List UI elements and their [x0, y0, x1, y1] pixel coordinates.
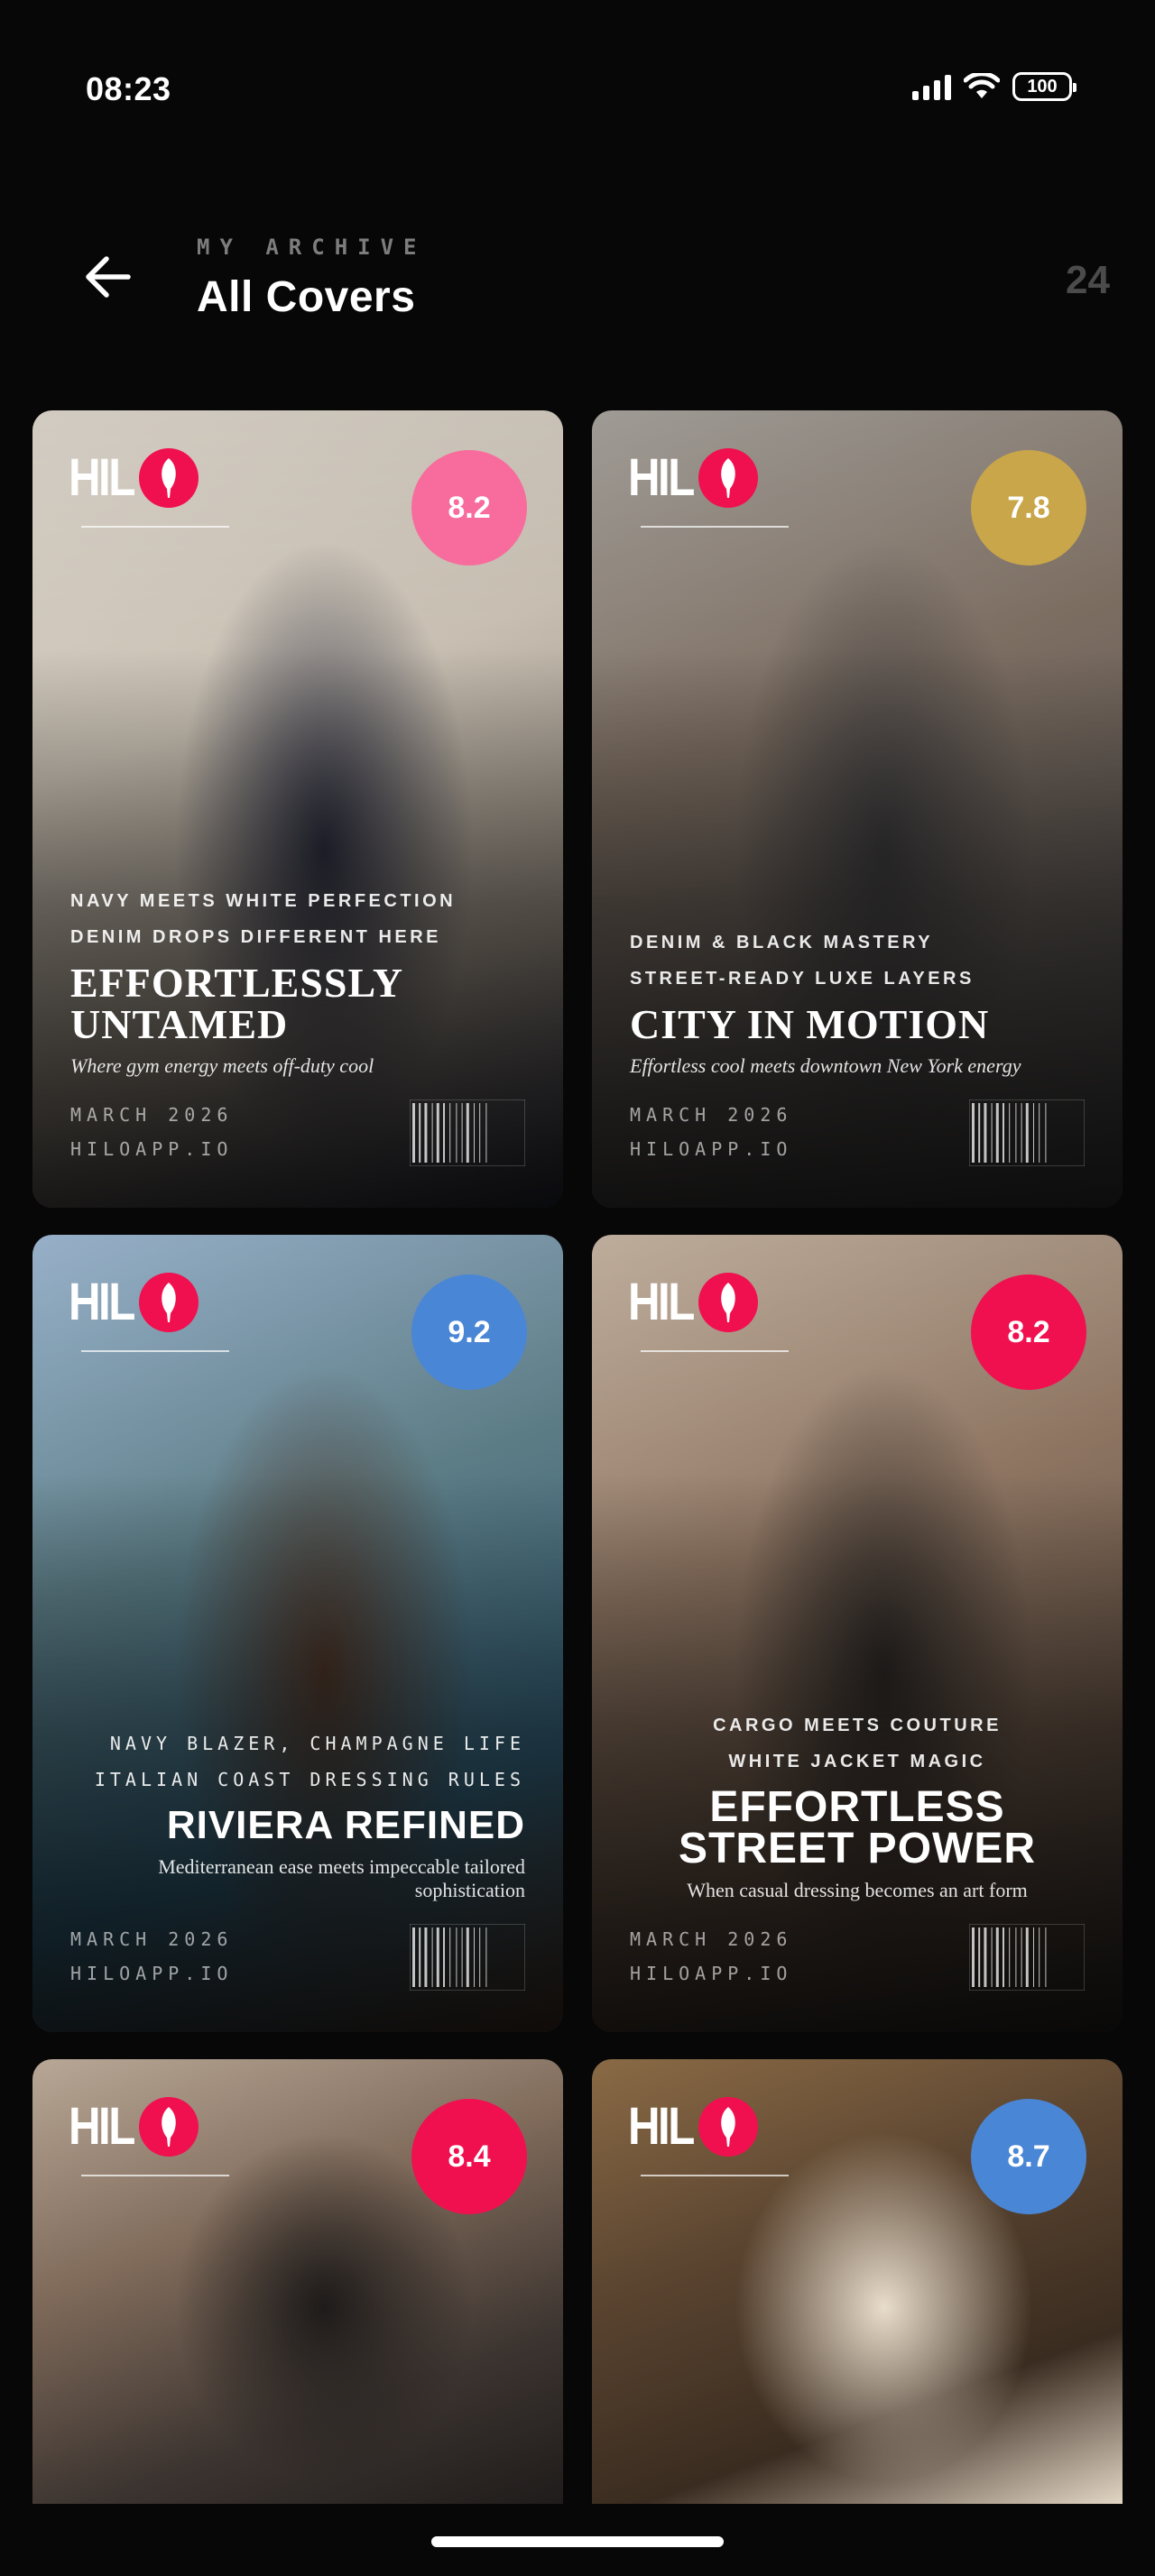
score-badge: 8.2 [971, 1274, 1086, 1390]
cover-text: CARGO MEETS COUTURE WHITE JACKET MAGIC E… [592, 1707, 1123, 2032]
cover-tagline: When casual dressing becomes an art form [687, 1879, 1028, 1901]
feather-icon [139, 1273, 199, 1332]
cover-site: HILOAPP.IO [70, 1963, 234, 1984]
wifi-icon [964, 73, 1000, 98]
status-time: 08:23 [86, 70, 171, 107]
cover-tagline: Mediterranean ease meets impeccable tail… [158, 1855, 525, 1901]
hil-logo: HIL [628, 448, 759, 508]
cover-headline: EFFORTLESS STREET POWER [678, 1783, 1037, 1872]
barcode-icon [410, 1924, 525, 1991]
cover-kicker: WHITE JACKET MAGIC [728, 1752, 986, 1771]
arrow-left-icon[interactable] [79, 249, 135, 305]
page-header: MY ARCHIVE All Covers 24 [0, 216, 1155, 325]
battery-icon: 100 [1012, 72, 1076, 101]
cover-card[interactable]: HIL 8.2 NAVY MEETS WHITE PERFECTION DENI… [32, 410, 563, 1208]
barcode-icon [969, 1099, 1085, 1166]
feather-icon [139, 2097, 199, 2157]
cover-kicker: ITALIAN COAST DRESSING RULES [94, 1769, 525, 1790]
cover-card[interactable]: HIL 9.2 NAVY BLAZER, CHAMPAGNE LIFE ITAL… [32, 1235, 563, 2032]
cover-text: NAVY MEETS WHITE PERFECTION DENIM DROPS … [32, 883, 563, 1208]
feather-icon [139, 448, 199, 508]
cover-kicker: DENIM DROPS DIFFERENT HERE [70, 927, 442, 947]
score-badge: 9.2 [411, 1274, 527, 1390]
cover-headline: EFFORTLESSLY UNTAMED [70, 960, 402, 1047]
cover-kicker: NAVY BLAZER, CHAMPAGNE LIFE [109, 1733, 525, 1754]
barcode-icon [410, 1099, 525, 1166]
cover-card[interactable]: HIL 8.2 CARGO MEETS COUTURE WHITE JACKET… [592, 1235, 1123, 2032]
cover-count: 24 [1066, 258, 1110, 302]
barcode-icon [969, 1924, 1085, 1991]
cover-text: DENIM & BLACK MASTERY STREET-READY LUXE … [592, 925, 1123, 1208]
score-badge: 8.2 [411, 450, 527, 566]
cover-tagline: Where gym energy meets off-duty cool [70, 1054, 374, 1077]
battery-level: 100 [1027, 76, 1058, 97]
home-indicator[interactable] [431, 2536, 724, 2547]
cover-issue-date: MARCH 2026 [630, 1928, 793, 1950]
cover-kicker: STREET-READY LUXE LAYERS [630, 969, 975, 989]
hil-logo: HIL [628, 1273, 759, 1332]
score-badge: 7.8 [971, 450, 1086, 566]
cover-headline: CITY IN MOTION [630, 1001, 990, 1047]
score-badge: 8.4 [411, 2099, 527, 2214]
cover-site: HILOAPP.IO [630, 1963, 793, 1984]
cover-issue-date: MARCH 2026 [70, 1928, 234, 1950]
cover-kicker: NAVY MEETS WHITE PERFECTION [70, 891, 457, 911]
score-badge: 8.7 [971, 2099, 1086, 2214]
status-icons: 100 [912, 72, 1076, 101]
hil-logo: HIL [69, 1273, 199, 1332]
page-eyebrow: MY ARCHIVE [197, 235, 427, 260]
hil-logo: HIL [69, 2097, 199, 2157]
cover-card[interactable]: HIL 7.8 DENIM & BLACK MASTERY STREET-REA… [592, 410, 1123, 1208]
cover-issue-date: MARCH 2026 [630, 1104, 793, 1126]
feather-icon [698, 448, 759, 508]
hil-logo: HIL [69, 448, 199, 508]
covers-grid: HIL 8.2 NAVY MEETS WHITE PERFECTION DENI… [32, 410, 1123, 2510]
cover-kicker: DENIM & BLACK MASTERY [630, 933, 934, 952]
cover-site: HILOAPP.IO [70, 1138, 234, 1160]
feather-icon [698, 1273, 759, 1332]
status-bar: 08:23 100 [0, 0, 1155, 180]
cover-tagline: Effortless cool meets downtown New York … [630, 1054, 1021, 1077]
cover-text: NAVY BLAZER, CHAMPAGNE LIFE ITALIAN COAS… [32, 1725, 563, 2032]
hil-logo: HIL [628, 2097, 759, 2157]
cover-kicker: CARGO MEETS COUTURE [713, 1716, 1002, 1735]
page-title: All Covers [197, 273, 416, 321]
cover-card[interactable]: HIL 8.7 [592, 2059, 1123, 2510]
feather-icon [698, 2097, 759, 2157]
cover-site: HILOAPP.IO [630, 1138, 793, 1160]
cover-headline: RIVIERA REFINED [166, 1803, 525, 1847]
cover-issue-date: MARCH 2026 [70, 1104, 234, 1126]
cover-card[interactable]: HIL 8.4 [32, 2059, 563, 2510]
signal-icon [912, 73, 951, 100]
